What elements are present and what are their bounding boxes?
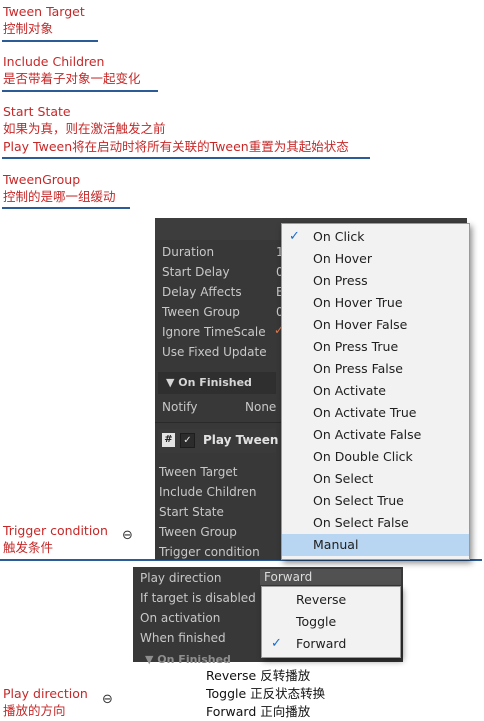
trigger-condition-title: Trigger condition — [3, 523, 108, 538]
menu-item-on-click[interactable]: ✓ On Click — [282, 226, 469, 248]
notify-label: Notify — [162, 400, 198, 414]
start-delay-label: Start Delay — [162, 265, 230, 279]
enable-checkbox[interactable]: ✓ — [180, 433, 195, 448]
start-state-desc-1: 如果为真，则在激活触发之前 — [3, 121, 166, 136]
menu-item-on-select-false[interactable]: On Select False — [282, 512, 469, 534]
on-finished-header[interactable]: ▼ On Finished — [158, 372, 276, 394]
menu-item-on-press-false[interactable]: On Press False — [282, 358, 469, 380]
collapse-icon: ⊖ — [122, 528, 133, 543]
direction-note-reverse: Reverse 反转播放 — [206, 668, 311, 683]
trigger-condition-label: Trigger condition — [159, 545, 260, 559]
when-finished-label: When finished — [140, 631, 226, 645]
if-target-disabled-label: If target is disabled — [140, 591, 256, 605]
trigger-condition-menu: ✓ On Click On Hover On Press On Hover Tr… — [281, 223, 470, 560]
tween-group-label: Tween Group — [162, 305, 240, 319]
menu-item-on-select[interactable]: On Select — [282, 468, 469, 490]
on-activation-label: On activation — [140, 611, 221, 625]
direction-note-toggle: Toggle 正反状态转换 — [206, 686, 326, 701]
menu-item-forward[interactable]: ✓ Forward — [262, 633, 400, 655]
include-children-desc: 是否带着子对象一起变化 — [3, 71, 141, 86]
tween-target-label: Tween Target — [159, 465, 238, 479]
menu-item-on-press-true[interactable]: On Press True — [282, 336, 469, 358]
play-direction-menu: Reverse Toggle ✓ Forward — [261, 586, 401, 658]
menu-item-on-hover-true[interactable]: On Hover True — [282, 292, 469, 314]
on-finished-label: ▼ On Finished — [166, 376, 252, 389]
script-icon: # — [162, 433, 175, 447]
on-finished-header-clipped: ▼ On Finished — [145, 653, 231, 666]
include-children-title: Include Children — [3, 54, 105, 69]
collapse-icon: ⊖ — [102, 692, 113, 707]
check-icon: ✓ — [271, 636, 282, 651]
duration-label: Duration — [162, 245, 215, 259]
direction-note-forward: Forward 正向播放 — [206, 704, 311, 719]
menu-item-on-select-true[interactable]: On Select True — [282, 490, 469, 512]
notify-value[interactable]: None — [245, 399, 276, 415]
tween-group-field-label: Tween Group — [159, 525, 237, 539]
ignore-timescale-label: Ignore TimeScale — [162, 325, 266, 339]
start-state-label: Start State — [159, 505, 224, 519]
menu-item-manual[interactable]: Manual — [282, 534, 469, 556]
tween-target-underline — [2, 40, 98, 42]
tween-target-title: Tween Target — [3, 4, 85, 19]
play-direction-desc: 播放的方向 — [3, 703, 66, 718]
play-tween-header[interactable]: # ✓ Play Tween — [158, 429, 279, 453]
check-icon: ✓ — [289, 229, 300, 244]
menu-item-toggle[interactable]: Toggle — [262, 611, 400, 633]
play-direction-label: Play direction — [140, 571, 222, 585]
direction-notes: Reverse 反转播放 Toggle 正反状态转换 Forward 正向播放 — [206, 667, 325, 721]
menu-item-on-double-click[interactable]: On Double Click — [282, 446, 469, 468]
delay-affects-label: Delay Affects — [162, 285, 242, 299]
start-state-title: Start State — [3, 104, 71, 119]
tween-target-desc: 控制对象 — [3, 21, 54, 36]
include-children-label: Include Children — [159, 485, 257, 499]
menu-item-on-activate[interactable]: On Activate — [282, 380, 469, 402]
tween-group-underline — [2, 207, 130, 209]
menu-item-on-hover[interactable]: On Hover — [282, 248, 469, 270]
use-fixed-update-label: Use Fixed Update — [162, 345, 267, 359]
include-children-underline — [2, 90, 158, 92]
play-tween-title: Play Tween — [203, 433, 279, 447]
start-state-desc-2: Play Tween将在启动时将所有关联的Tween重置为其起始状态 — [3, 139, 349, 154]
menu-item-on-activate-false[interactable]: On Activate False — [282, 424, 469, 446]
menu-item-on-press[interactable]: On Press — [282, 270, 469, 292]
play-direction-title: Play direction — [3, 686, 88, 701]
menu-item-reverse[interactable]: Reverse — [262, 589, 400, 611]
start-state-underline — [2, 157, 370, 159]
trigger-condition-desc: 触发条件 — [3, 540, 54, 555]
menu-item-on-hover-false[interactable]: On Hover False — [282, 314, 469, 336]
play-direction-select[interactable]: Forward — [260, 569, 401, 585]
menu-item-on-activate-true[interactable]: On Activate True — [282, 402, 469, 424]
tween-group-desc: 控制的是哪一组缓动 — [3, 189, 116, 204]
tween-group-title: TweenGroup — [3, 172, 81, 187]
